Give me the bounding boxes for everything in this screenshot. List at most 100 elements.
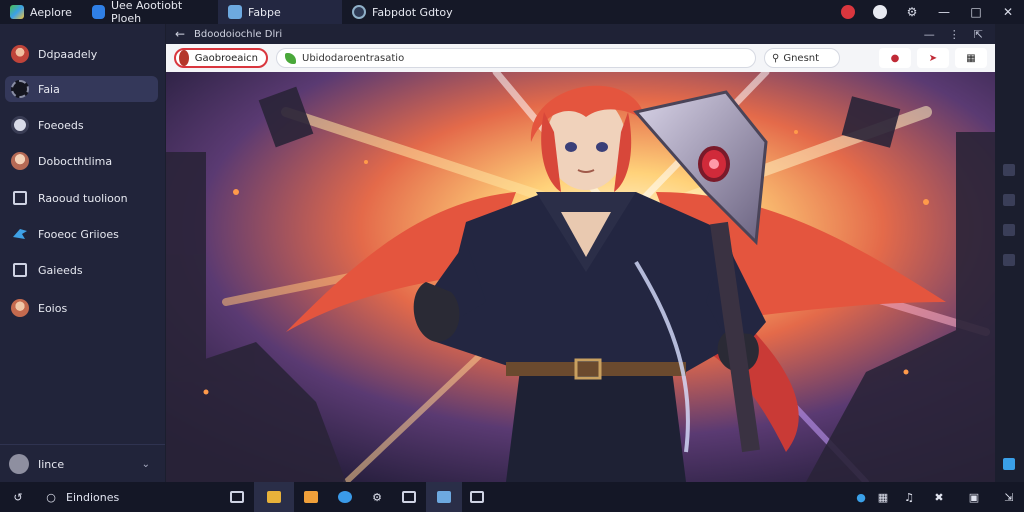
profile-avatar-icon <box>179 50 189 66</box>
close-icon: ✕ <box>1002 5 1014 19</box>
search-icon: ⚲ <box>772 52 780 64</box>
tray-keyboard[interactable]: ▦ <box>872 482 894 512</box>
tray-tools[interactable]: ✖ <box>924 482 954 512</box>
taskbar-app-6[interactable] <box>392 482 426 512</box>
tab-home[interactable]: Aeplore <box>0 0 82 24</box>
tray-network[interactable]: ● <box>850 482 872 512</box>
taskbar-app-files[interactable] <box>254 482 294 512</box>
grid-icon: ▦ <box>966 52 976 64</box>
expand-icon[interactable]: ⇱ <box>974 28 983 41</box>
profile-label: Gaobroeaicn <box>194 52 258 64</box>
taskbar-app-4[interactable] <box>328 482 362 512</box>
title-bar: Aeplore Uee Aootiobt Ploeh Fabpe Fabpdot… <box>0 0 1024 25</box>
url-tools: ● ➤ ▦ <box>879 48 987 68</box>
sidebar-item-label: Faia <box>38 82 60 96</box>
power-icon <box>11 116 29 134</box>
sidebar-item-4[interactable]: Raooud tuolioon <box>5 185 158 211</box>
browser-icon <box>338 491 352 503</box>
share-button[interactable]: ➤ <box>917 48 949 68</box>
grid-button[interactable]: ▦ <box>955 48 987 68</box>
profile-pill[interactable]: Gaobroeaicn <box>174 48 268 68</box>
user-label: Iince <box>38 457 65 471</box>
tab-compass[interactable]: Fabpdot Gdtoy <box>342 0 472 24</box>
rail-tool-icon[interactable] <box>1003 164 1015 176</box>
tab-game[interactable]: Fabpe <box>218 0 342 24</box>
window-icon <box>402 491 416 503</box>
browser-window-controls: — ⋮ ⇱ <box>924 28 995 41</box>
rail-tool-icon[interactable] <box>1003 254 1015 266</box>
help-icon <box>873 5 887 19</box>
address-bar-row: Gaobroeaicn Ubidodaroentrasatio ⚲ Gnesnt… <box>166 44 995 72</box>
tab-label: Fabpe <box>248 5 281 19</box>
settings-button[interactable]: ⚙ <box>896 0 928 24</box>
taskbar-app-1[interactable] <box>220 482 254 512</box>
share-icon: ➤ <box>928 52 938 64</box>
app-stack-icon <box>10 5 24 19</box>
taskbar: ↺ ○ Eindiones ⚙ ● ▦ ♫ ✖ ▣ ⇲ <box>0 482 1024 512</box>
tray-fullscreen[interactable]: ⇲ <box>994 482 1024 512</box>
sidebar-item-7[interactable]: Eoios <box>5 295 158 321</box>
sidebar-item-label: Gaieeds <box>38 263 83 277</box>
tab-store[interactable]: Uee Aootiobt Ploeh <box>82 0 218 25</box>
close-button[interactable]: ✕ <box>992 0 1024 24</box>
tray-display[interactable]: ▣ <box>954 482 994 512</box>
home-button[interactable]: ○ <box>36 482 66 512</box>
tab-label: Fabpdot Gdtoy <box>372 5 453 19</box>
taskbar-app-game[interactable] <box>426 482 462 512</box>
leaf-icon <box>285 52 296 64</box>
home-circle-icon: ○ <box>46 490 56 504</box>
game-thumb-icon <box>228 5 242 19</box>
avatar-icon <box>11 45 29 63</box>
window-controls: ⚙ — □ ✕ <box>832 0 1024 24</box>
game-artwork[interactable] <box>166 72 995 482</box>
right-toolbar <box>995 24 1024 482</box>
notification-icon <box>841 5 855 19</box>
store-bag-icon <box>92 5 105 19</box>
tray-volume[interactable]: ♫ <box>894 482 924 512</box>
taskbar-app-5[interactable]: ⚙ <box>362 482 392 512</box>
minimize-icon[interactable]: — <box>924 28 935 41</box>
rail-share-icon[interactable] <box>1003 458 1015 470</box>
help-button[interactable] <box>864 0 896 24</box>
maximize-icon: □ <box>970 5 982 19</box>
sidebar-item-3[interactable]: Dobocthtlima <box>5 148 158 174</box>
bird-icon <box>11 225 29 243</box>
more-icon[interactable]: ⋮ <box>949 28 960 41</box>
sidebar-item-6[interactable]: Gaieeds <box>5 257 158 283</box>
user-menu[interactable]: Iince ⌄ <box>5 451 158 477</box>
back-arrow-icon[interactable]: ← <box>166 27 194 41</box>
sidebar-item-5[interactable]: Fooeoc Griioes <box>5 221 158 247</box>
user-avatar-icon <box>9 454 29 474</box>
tools-icon: ✖ <box>934 490 944 504</box>
window-icon <box>13 191 27 205</box>
record-button[interactable]: ● <box>879 48 911 68</box>
taskbar-label: Eindiones <box>66 490 120 504</box>
sidebar-item-label: Ddpaadely <box>38 47 98 61</box>
window-icon <box>13 263 27 277</box>
address-field[interactable]: Ubidodaroentrasatio <box>276 48 756 68</box>
volume-icon: ♫ <box>904 490 914 504</box>
back-button[interactable]: ↺ <box>0 482 36 512</box>
fullscreen-icon: ⇲ <box>1004 490 1014 504</box>
sidebar-item-label: Dobocthtlima <box>38 154 113 168</box>
maximize-button[interactable]: □ <box>960 0 992 24</box>
taskbar-app-8[interactable] <box>462 482 492 512</box>
window-icon <box>230 491 244 503</box>
taskbar-app-3[interactable] <box>294 482 328 512</box>
record-icon: ● <box>890 52 900 64</box>
gear-icon: ⚙ <box>906 5 918 19</box>
browser-nav-bar: ← Bdoodoiochle Dlri — ⋮ ⇱ <box>166 24 995 44</box>
search-button[interactable]: ⚲ Gnesnt <box>764 48 840 68</box>
sidebar-item-1[interactable]: Faia <box>5 76 158 102</box>
rail-tool-icon[interactable] <box>1003 224 1015 236</box>
sidebar-item-label: Raooud tuolioon <box>38 191 128 205</box>
gear-icon <box>11 80 29 98</box>
network-icon: ● <box>856 490 866 504</box>
rail-tool-icon[interactable] <box>1003 194 1015 206</box>
notification-button[interactable] <box>832 0 864 24</box>
tab-label: Aeplore <box>30 5 72 19</box>
sidebar-item-0[interactable]: Ddpaadely <box>5 41 158 67</box>
sidebar-item-2[interactable]: Foeoeds <box>5 112 158 138</box>
search-label: Gnesnt <box>783 52 820 64</box>
minimize-button[interactable]: — <box>928 0 960 24</box>
